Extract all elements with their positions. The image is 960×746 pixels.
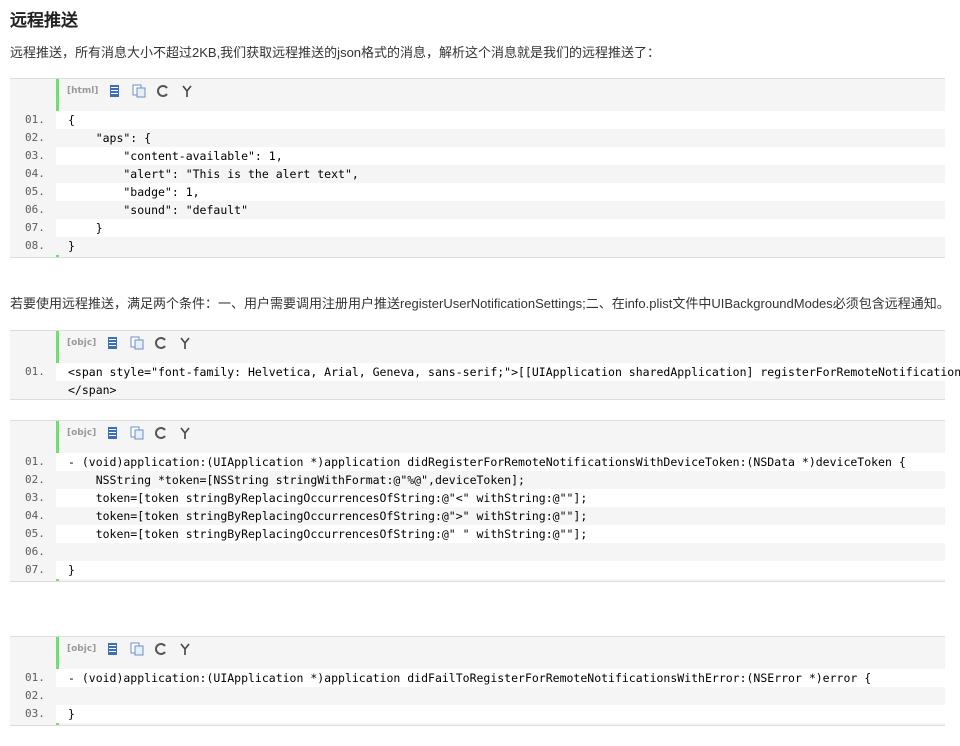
code-line: 03.} [10, 705, 945, 723]
code-text: "sound": "default" [68, 203, 249, 217]
code-line: 02. "aps": { [10, 129, 945, 147]
code-line: 04. token=[token stringByReplacingOccurr… [10, 507, 945, 525]
code-text: - (void)application:(UIApplication *)app… [68, 671, 872, 685]
language-label: [objc] [67, 644, 97, 654]
code-line: 04. "alert": "This is the alert text", [10, 165, 945, 183]
code-text: "badge": 1, [68, 185, 200, 199]
line-number: 05. [10, 183, 56, 201]
code-toolbar: [html] [67, 79, 194, 103]
code-text: "content-available": 1, [68, 149, 283, 163]
code-text: token=[token stringByReplacingOccurrence… [68, 491, 588, 505]
help-icon[interactable] [180, 84, 194, 98]
code-line: 08.} [10, 237, 945, 255]
view-source-icon[interactable] [108, 84, 122, 98]
line-number: 08. [10, 237, 56, 255]
help-icon[interactable] [178, 426, 192, 440]
code-text: } [68, 239, 75, 253]
code-text: - (void)application:(UIApplication *)app… [68, 455, 906, 469]
condition-paragraph: 若要使用远程推送，满足两个条件：一、用户需要调用注册用户推送registerUs… [10, 296, 950, 311]
language-label: [objc] [67, 428, 97, 438]
code-line: </span> [10, 381, 945, 399]
view-source-icon[interactable] [106, 642, 120, 656]
code-text: { [68, 113, 75, 127]
line-number: 07. [10, 219, 56, 237]
line-number: 01. [10, 453, 56, 471]
code-block-objc-device-token: [objc] 01. - (void)application:(UIApplica… [10, 420, 945, 582]
code-line: 06. [10, 543, 945, 561]
code-line: 01. - (void)application:(UIApplication *)… [10, 669, 945, 687]
view-source-icon[interactable] [106, 426, 120, 440]
line-number: 01. [10, 669, 56, 687]
language-label: [html] [67, 86, 99, 96]
print-icon[interactable] [154, 426, 168, 440]
code-text: "aps": { [68, 131, 152, 145]
line-number: 02. [10, 687, 56, 705]
line-number: 02. [10, 471, 56, 489]
code-line: 07. } [10, 219, 945, 237]
copy-icon[interactable] [130, 336, 144, 350]
copy-icon[interactable] [132, 84, 146, 98]
code-block-json: [html] 01.{02. "aps": {03. "content-avai… [10, 78, 945, 258]
code-block-objc-register: [objc] 01. <span style="font-family: Helv… [10, 330, 960, 400]
language-label: [objc] [67, 338, 97, 348]
code-text: token=[token stringByReplacingOccurrence… [68, 509, 588, 523]
code-text: } [68, 221, 103, 235]
line-number: 04. [10, 507, 56, 525]
code-toolbar: [objc] [67, 637, 192, 661]
code-text: <span style="font-family: Helvetica, Ari… [68, 365, 960, 379]
code-text: </span> [68, 383, 117, 397]
code-line: 02. [10, 687, 945, 705]
line-number: 03. [10, 489, 56, 507]
line-number: 01. [10, 111, 56, 129]
intro-paragraph: 远程推送，所有消息大小不超过2KB,我们获取远程推送的json格式的消息，解析这… [10, 45, 661, 60]
code-line: 01. - (void)application:(UIApplication *)… [10, 453, 945, 471]
copy-icon[interactable] [130, 642, 144, 656]
code-line: 01. { [10, 111, 945, 129]
code-line: 02. NSString *token=[NSString stringWith… [10, 471, 945, 489]
help-icon[interactable] [178, 336, 192, 350]
code-line: 03. token=[token stringByReplacingOccurr… [10, 489, 945, 507]
line-number: 03. [10, 147, 56, 165]
line-number: 07. [10, 561, 56, 579]
line-number: 01. [10, 363, 56, 381]
code-line: 07.} [10, 561, 945, 579]
page-title: 远程推送 [10, 11, 78, 30]
line-number: 04. [10, 165, 56, 183]
view-source-icon[interactable] [106, 336, 120, 350]
code-text: } [68, 707, 75, 721]
code-toolbar: [objc] [67, 421, 192, 445]
line-number: 02. [10, 129, 56, 147]
copy-icon[interactable] [130, 426, 144, 440]
print-icon[interactable] [154, 336, 168, 350]
code-text: NSString *token=[NSString stringWithForm… [68, 473, 525, 487]
code-text: } [68, 563, 75, 577]
line-number: 06. [10, 201, 56, 219]
help-icon[interactable] [178, 642, 192, 656]
print-icon[interactable] [156, 84, 170, 98]
code-toolbar: [objc] [67, 331, 192, 355]
line-number: 03. [10, 705, 56, 723]
print-icon[interactable] [154, 642, 168, 656]
code-line: 05. token=[token stringByReplacingOccurr… [10, 525, 945, 543]
line-number: 05. [10, 525, 56, 543]
code-line: 06. "sound": "default" [10, 201, 945, 219]
code-line: 03. "content-available": 1, [10, 147, 945, 165]
code-text: "alert": "This is the alert text", [68, 167, 359, 181]
line-number: 06. [10, 543, 56, 561]
code-line: 01. <span style="font-family: Helvetica, … [10, 363, 960, 381]
code-line: 05. "badge": 1, [10, 183, 945, 201]
code-text: token=[token stringByReplacingOccurrence… [68, 527, 588, 541]
code-block-objc-fail: [objc] 01. - (void)application:(UIApplica… [10, 636, 945, 726]
